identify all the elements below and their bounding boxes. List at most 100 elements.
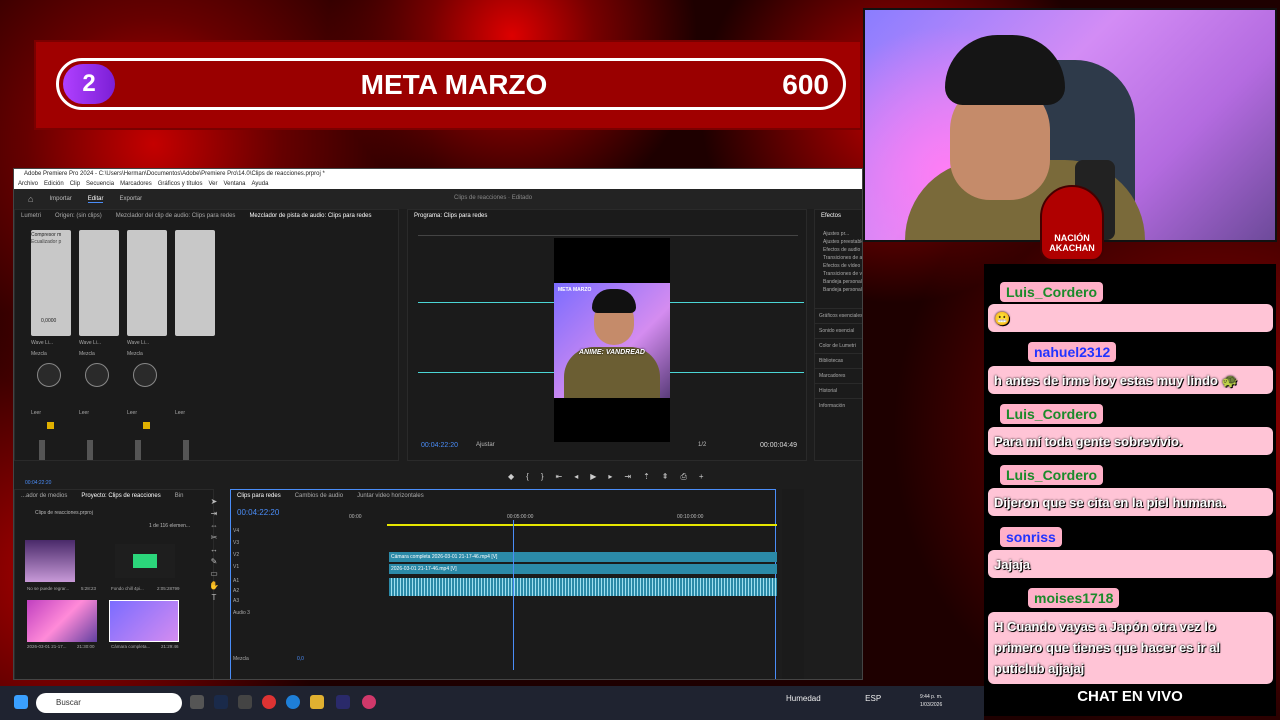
file-explorer-icon[interactable] (310, 695, 324, 709)
step-back-icon[interactable]: ◂ (574, 472, 578, 482)
effects-folder[interactable]: Efectos de audio (815, 246, 862, 254)
tab-sequence[interactable]: Clips para redes (237, 493, 281, 499)
media-thumbnail-selected[interactable] (109, 600, 179, 642)
marker-icon[interactable]: ◆ (508, 472, 514, 482)
media-thumbnail[interactable] (27, 600, 97, 642)
panel-section[interactable]: Información (815, 398, 862, 413)
tab-sequence[interactable]: Cambios de audio (295, 493, 343, 499)
menu-item[interactable]: Edición (44, 179, 64, 189)
tab-import[interactable]: Importar (49, 196, 71, 202)
play-icon[interactable]: ▶ (590, 472, 596, 482)
menu-item[interactable]: Ayuda (252, 179, 269, 189)
track-header[interactable]: A2 (233, 588, 359, 598)
app-icon[interactable] (238, 695, 252, 709)
go-to-in-icon[interactable]: ⇤ (556, 472, 563, 482)
step-forward-icon[interactable]: ▸ (608, 472, 612, 482)
tab-edit[interactable]: Editar (87, 196, 104, 203)
menu-item[interactable]: Secuencia (86, 179, 114, 189)
windows-start-icon[interactable] (14, 695, 28, 709)
media-thumbnail[interactable] (25, 540, 75, 582)
effects-folder[interactable]: Bandeja personalizada 01 (815, 278, 862, 286)
panel-section[interactable]: Marcadores (815, 368, 862, 383)
audio-thumbnail[interactable] (115, 544, 175, 578)
taskbar-search[interactable]: Buscar (36, 693, 182, 713)
volume-fader[interactable] (39, 440, 45, 460)
audio-clip[interactable] (389, 578, 777, 596)
track-header[interactable]: A1 (233, 578, 359, 588)
camera-icon[interactable]: ⎙ (681, 472, 687, 482)
video-clip[interactable]: Cámara completa 2026-03-01 21-17-46.mp4 … (389, 552, 777, 562)
pan-knob[interactable] (133, 363, 157, 387)
menu-item[interactable]: Ver (208, 179, 217, 189)
effect-slot-2[interactable] (79, 230, 119, 336)
razor-icon[interactable]: ✂ (207, 533, 221, 545)
track-header[interactable]: V1 (233, 564, 359, 574)
panel-section[interactable]: Historial (815, 383, 862, 398)
video-frame[interactable]: META MARZO ANIME: VANDREAD (554, 238, 670, 442)
rectangle-icon[interactable]: ▭ (207, 569, 221, 581)
ripple-edit-icon[interactable]: ⇔ (207, 521, 221, 533)
app-icon[interactable] (362, 695, 376, 709)
tab-track-mixer[interactable]: Mezclador de pista de audio: Clips para … (249, 213, 371, 219)
solo-toggle[interactable] (47, 422, 54, 429)
menu-item[interactable]: Clip (70, 179, 80, 189)
pan-knob[interactable] (37, 363, 61, 387)
effects-folder[interactable]: Transiciones de vídeo (815, 270, 862, 278)
tab-clip-mixer[interactable]: Mezclador del clip de audio: Clips para … (116, 213, 236, 219)
volume-fader[interactable] (87, 440, 93, 460)
type-tool-icon[interactable]: T (207, 593, 221, 605)
effects-folder[interactable]: Ajustes pr... (815, 230, 862, 238)
timeline-timecode[interactable]: 00:04:22:20 (237, 508, 279, 517)
tab-media-browser[interactable]: ...ador de medios (21, 493, 67, 499)
track-header[interactable]: V4 (233, 528, 359, 538)
taskbar-clock[interactable]: 9:44 p. m. 1/03/2026 (920, 693, 942, 709)
photoshop-icon[interactable] (214, 695, 228, 709)
effects-folder[interactable]: Bandeja personalizada 02 (815, 286, 862, 294)
effect-slot-1[interactable]: Compresor m Ecualizador p 0,0000 (31, 230, 71, 336)
panel-section[interactable]: Color de Lumetri (815, 338, 862, 353)
resolution-select[interactable]: 1/2 (698, 442, 706, 448)
tab-bin[interactable]: Bin (175, 493, 184, 499)
add-button-icon[interactable]: + (699, 472, 704, 482)
track-header[interactable]: A3 (233, 598, 359, 608)
menu-item[interactable]: Marcadores (120, 179, 152, 189)
effects-folder[interactable]: Ajustes preestablecidos de Lumetri (815, 238, 862, 246)
premiere-icon[interactable] (336, 695, 350, 709)
tab-export[interactable]: Exportar (119, 196, 142, 202)
volume-fader[interactable] (183, 440, 189, 460)
extract-icon[interactable]: ⇞ (662, 472, 669, 482)
panel-section[interactable]: Gráficos esenciales (815, 308, 862, 323)
effect-slot-4[interactable] (175, 230, 215, 336)
effects-folder[interactable]: Transiciones de audio (815, 254, 862, 262)
effects-folder[interactable]: Efectos de vídeo (815, 262, 862, 270)
go-to-out-icon[interactable]: ⇥ (624, 472, 631, 482)
task-view-icon[interactable] (190, 695, 204, 709)
tab-sequence[interactable]: Juntar video horizontales (357, 493, 424, 499)
tab-program[interactable]: Programa: Clips para redes (414, 213, 487, 219)
pan-knob[interactable] (85, 363, 109, 387)
solo-toggle[interactable] (143, 422, 150, 429)
pen-icon[interactable]: ✎ (207, 557, 221, 569)
zoom-select[interactable]: Ajustar (476, 442, 495, 448)
tab-effects[interactable]: Efectos (821, 213, 841, 219)
track-select-icon[interactable]: ⇥ (207, 509, 221, 521)
panel-section[interactable]: Sonido esencial (815, 323, 862, 338)
edge-icon[interactable] (286, 695, 300, 709)
menu-item[interactable]: Gráficos y títulos (158, 179, 203, 189)
lift-icon[interactable]: ⇡ (643, 472, 650, 482)
track-header[interactable]: V3 (233, 540, 359, 550)
video-clip[interactable]: 2026-03-01 21-17-46.mp4 [V] (389, 564, 777, 574)
home-icon[interactable]: ⌂ (28, 194, 33, 204)
menu-item[interactable]: Archivo (18, 179, 38, 189)
work-area-bar[interactable] (387, 524, 777, 526)
slip-icon[interactable]: ↔ (207, 545, 221, 557)
track-header[interactable]: V2 (233, 552, 359, 562)
mark-out-icon[interactable]: } (541, 472, 544, 482)
track-header[interactable]: Audio 3 (233, 610, 359, 620)
playhead[interactable] (513, 520, 514, 670)
playhead-timecode[interactable]: 00:04:22:20 (421, 442, 458, 449)
mark-in-icon[interactable]: { (526, 472, 529, 482)
menu-item[interactable]: Ventana (223, 179, 245, 189)
effect-slot-3[interactable] (127, 230, 167, 336)
tab-lumetri[interactable]: Lumetri (21, 213, 41, 219)
